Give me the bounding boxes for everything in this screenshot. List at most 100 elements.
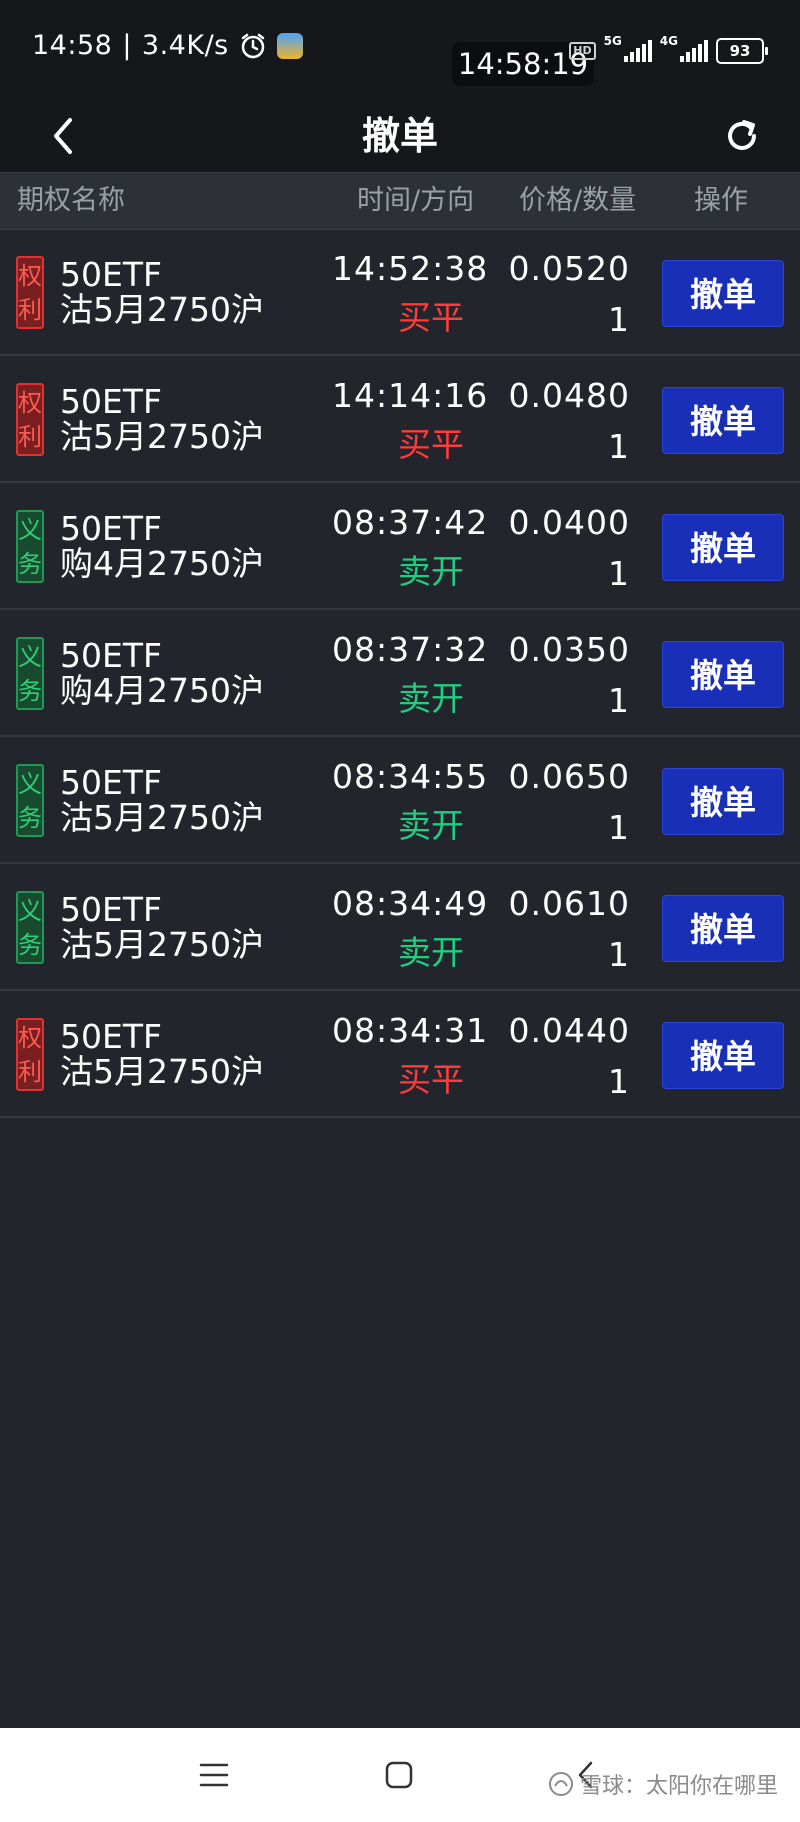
app-notification-icon	[276, 32, 303, 59]
order-time: 08:37:42	[332, 503, 489, 542]
system-navigation-bar: 雪球：太阳你在哪里	[0, 1728, 800, 1822]
order-time: 08:34:49	[332, 884, 489, 923]
order-direction: 卖开	[398, 552, 464, 591]
option-type-tag-top: 义	[18, 896, 42, 925]
cancel-order-button[interactable]: 撤单	[662, 514, 784, 581]
order-time: 08:34:31	[332, 1011, 489, 1050]
order-time: 14:52:38	[332, 249, 489, 288]
contract-underlying: 50ETF	[60, 890, 162, 929]
order-row: 义 务 50ETF 购4月2750沪 08:37:42 卖开 0.0400 1 …	[0, 483, 800, 610]
back-button[interactable]	[38, 108, 88, 164]
order-row: 义 务 50ETF 购4月2750沪 08:37:32 卖开 0.0350 1 …	[0, 610, 800, 737]
contract-name: 购4月2750沪	[60, 544, 264, 583]
order-time: 08:37:32	[332, 630, 489, 669]
order-price: 0.0520	[508, 249, 630, 288]
order-row: 权 利 50ETF 沽5月2750沪 14:14:16 买平 0.0480 1 …	[0, 356, 800, 483]
order-quantity: 1	[608, 808, 629, 847]
contract-underlying: 50ETF	[60, 509, 162, 548]
order-row: 义 务 50ETF 沽5月2750沪 08:34:55 卖开 0.0650 1 …	[0, 737, 800, 864]
order-price: 0.0440	[508, 1011, 630, 1050]
signal-bars-icon	[680, 40, 708, 62]
order-time: 14:14:16	[332, 376, 489, 415]
cancel-order-button[interactable]: 撤单	[662, 895, 784, 962]
status-right: HD 5G 4G 93	[569, 34, 768, 64]
status-bar: 14:58 | 3.4K/s 14:58:19 HD 5G 4G 93	[0, 0, 800, 100]
order-quantity: 1	[608, 681, 629, 720]
cancel-order-button[interactable]: 撤单	[662, 387, 784, 454]
order-row: 权 利 50ETF 沽5月2750沪 14:52:38 买平 0.0520 1 …	[0, 229, 800, 356]
refresh-button[interactable]	[714, 108, 770, 164]
hd-icon: HD	[569, 42, 596, 60]
order-row: 权 利 50ETF 沽5月2750沪 08:34:31 买平 0.0440 1 …	[0, 991, 800, 1118]
watermark-text: 雪球：太阳你在哪里	[579, 1774, 778, 1799]
order-price: 0.0480	[508, 376, 630, 415]
order-direction: 买平	[398, 1060, 464, 1099]
network-speed: 3.4K/s	[141, 30, 229, 61]
order-direction: 买平	[398, 298, 464, 337]
option-type-tag: 权 利	[16, 1018, 44, 1091]
option-type-tag-bottom: 务	[18, 549, 42, 578]
signal-4g: 4G	[660, 34, 708, 62]
option-type-tag-bottom: 务	[18, 676, 42, 705]
battery-icon: 93	[716, 38, 768, 64]
cancel-order-button[interactable]: 撤单	[662, 260, 784, 327]
option-type-tag-top: 权	[18, 261, 42, 290]
contract-underlying: 50ETF	[60, 636, 162, 675]
contract-name: 购4月2750沪	[60, 671, 264, 710]
order-list: 权 利 50ETF 沽5月2750沪 14:52:38 买平 0.0520 1 …	[0, 229, 800, 1118]
option-type-tag-bottom: 务	[18, 803, 42, 832]
signal-5g: 5G	[604, 34, 652, 62]
order-row: 义 务 50ETF 沽5月2750沪 08:34:49 卖开 0.0610 1 …	[0, 864, 800, 991]
cancel-order-button[interactable]: 撤单	[662, 1022, 784, 1089]
column-header-time-direction: 时间/方向	[357, 185, 475, 216]
option-type-tag-top: 权	[18, 388, 42, 417]
alarm-clock-icon	[239, 32, 267, 60]
cancel-order-button[interactable]: 撤单	[662, 641, 784, 708]
home-icon	[385, 1761, 413, 1789]
column-header-operation: 操作	[694, 185, 748, 216]
table-header: 期权名称 时间/方向 价格/数量 操作	[0, 172, 800, 230]
contract-underlying: 50ETF	[60, 382, 162, 421]
status-left: 14:58 | 3.4K/s	[32, 30, 303, 61]
option-type-tag-bottom: 利	[18, 295, 42, 324]
option-type-tag-bottom: 务	[18, 930, 42, 959]
option-type-tag: 义 务	[16, 637, 44, 710]
contract-name: 沽5月2750沪	[60, 925, 264, 964]
option-type-tag: 义 务	[16, 764, 44, 837]
signal-4g-label: 4G	[659, 34, 678, 48]
order-direction: 卖开	[398, 806, 464, 845]
order-price: 0.0350	[508, 630, 630, 669]
contract-name: 沽5月2750沪	[60, 417, 264, 456]
contract-name: 沽5月2750沪	[60, 798, 264, 837]
contract-underlying: 50ETF	[60, 255, 162, 294]
page-title: 撤单	[361, 114, 438, 158]
contract-underlying: 50ETF	[60, 1017, 162, 1056]
chevron-left-icon	[54, 118, 72, 154]
option-type-tag-top: 权	[18, 1023, 42, 1052]
option-type-tag-bottom: 利	[18, 1057, 42, 1086]
order-price: 0.0610	[508, 884, 630, 923]
contract-name: 沽5月2750沪	[60, 1052, 264, 1091]
column-header-name: 期权名称	[17, 185, 125, 216]
order-quantity: 1	[608, 1062, 629, 1101]
option-type-tag-top: 义	[18, 769, 42, 798]
option-type-tag: 权 利	[16, 256, 44, 329]
order-quantity: 1	[608, 427, 629, 466]
order-price: 0.0650	[508, 757, 630, 796]
cancel-order-button[interactable]: 撤单	[662, 768, 784, 835]
refresh-icon	[728, 120, 756, 150]
column-header-price-quantity: 价格/数量	[519, 185, 637, 216]
option-type-tag-bottom: 利	[18, 422, 42, 451]
snowball-logo-icon	[548, 1772, 573, 1796]
status-time: 14:58	[32, 30, 113, 61]
order-direction: 买平	[398, 425, 464, 464]
option-type-tag: 义 务	[16, 891, 44, 964]
option-type-tag-top: 义	[18, 642, 42, 671]
contract-underlying: 50ETF	[60, 763, 162, 802]
order-time: 08:34:55	[332, 757, 489, 796]
order-direction: 卖开	[398, 933, 464, 972]
order-direction: 卖开	[398, 679, 464, 718]
menu-button[interactable]	[184, 1748, 244, 1802]
home-button[interactable]	[369, 1748, 429, 1802]
contract-name: 沽5月2750沪	[60, 290, 264, 329]
